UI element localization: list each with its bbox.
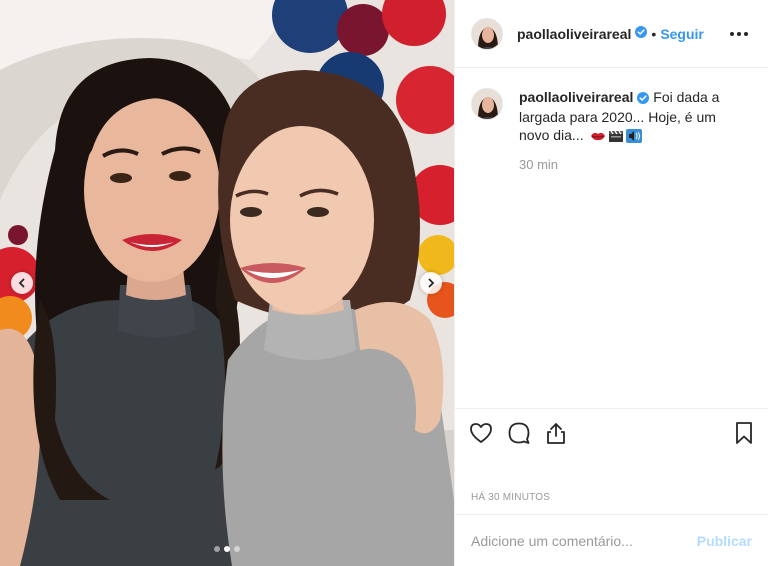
heart-icon[interactable] xyxy=(469,422,493,444)
follow-button[interactable]: Seguir xyxy=(660,26,704,42)
caption-timestamp: 30 min xyxy=(519,157,559,172)
comment-box: Publicar xyxy=(455,514,768,566)
bookmark-icon[interactable] xyxy=(734,421,754,445)
username-link[interactable]: paollaoliveirareal xyxy=(517,26,631,42)
header-separator: • xyxy=(651,25,657,42)
carousel-indicator xyxy=(214,546,240,552)
avatar-image xyxy=(472,18,502,49)
comment-input[interactable] xyxy=(471,532,697,549)
carousel-dot-active xyxy=(224,546,230,552)
action-bar xyxy=(455,408,768,456)
caption-text: paollaoliveirareal Foi dada a largada pa… xyxy=(519,88,739,147)
share-icon[interactable] xyxy=(545,421,567,445)
caption-row: paollaoliveirareal Foi dada a largada pa… xyxy=(471,88,752,147)
post-header: paollaoliveirareal • Seguir xyxy=(455,0,768,68)
lips-icon xyxy=(590,129,606,147)
caption-username-link[interactable]: paollaoliveirareal xyxy=(519,89,633,105)
chevron-right-icon xyxy=(428,278,435,288)
comment-bubble-icon[interactable] xyxy=(507,421,531,445)
selfie-image xyxy=(0,0,454,566)
avatar[interactable] xyxy=(471,88,503,120)
carousel-dot xyxy=(234,546,240,552)
post-sidebar: paollaoliveirareal • Seguir paollaolivei… xyxy=(454,0,768,566)
carousel-prev-button[interactable] xyxy=(11,272,33,294)
post-photo[interactable] xyxy=(0,0,454,566)
publish-button[interactable]: Publicar xyxy=(697,533,752,549)
verified-badge-icon xyxy=(637,90,650,108)
avatar-image xyxy=(472,89,502,119)
more-options-icon[interactable] xyxy=(726,28,752,40)
post-timestamp: HÁ 30 MINUTOS xyxy=(471,492,551,503)
verified-badge-icon xyxy=(635,25,648,43)
chevron-left-icon xyxy=(18,278,25,288)
speaker-icon xyxy=(625,129,642,147)
carousel-next-button[interactable] xyxy=(420,272,442,294)
clapperboard-icon xyxy=(608,129,624,147)
caption-section: paollaoliveirareal Foi dada a largada pa… xyxy=(455,68,768,408)
carousel-dot xyxy=(214,546,220,552)
avatar[interactable] xyxy=(471,17,503,50)
